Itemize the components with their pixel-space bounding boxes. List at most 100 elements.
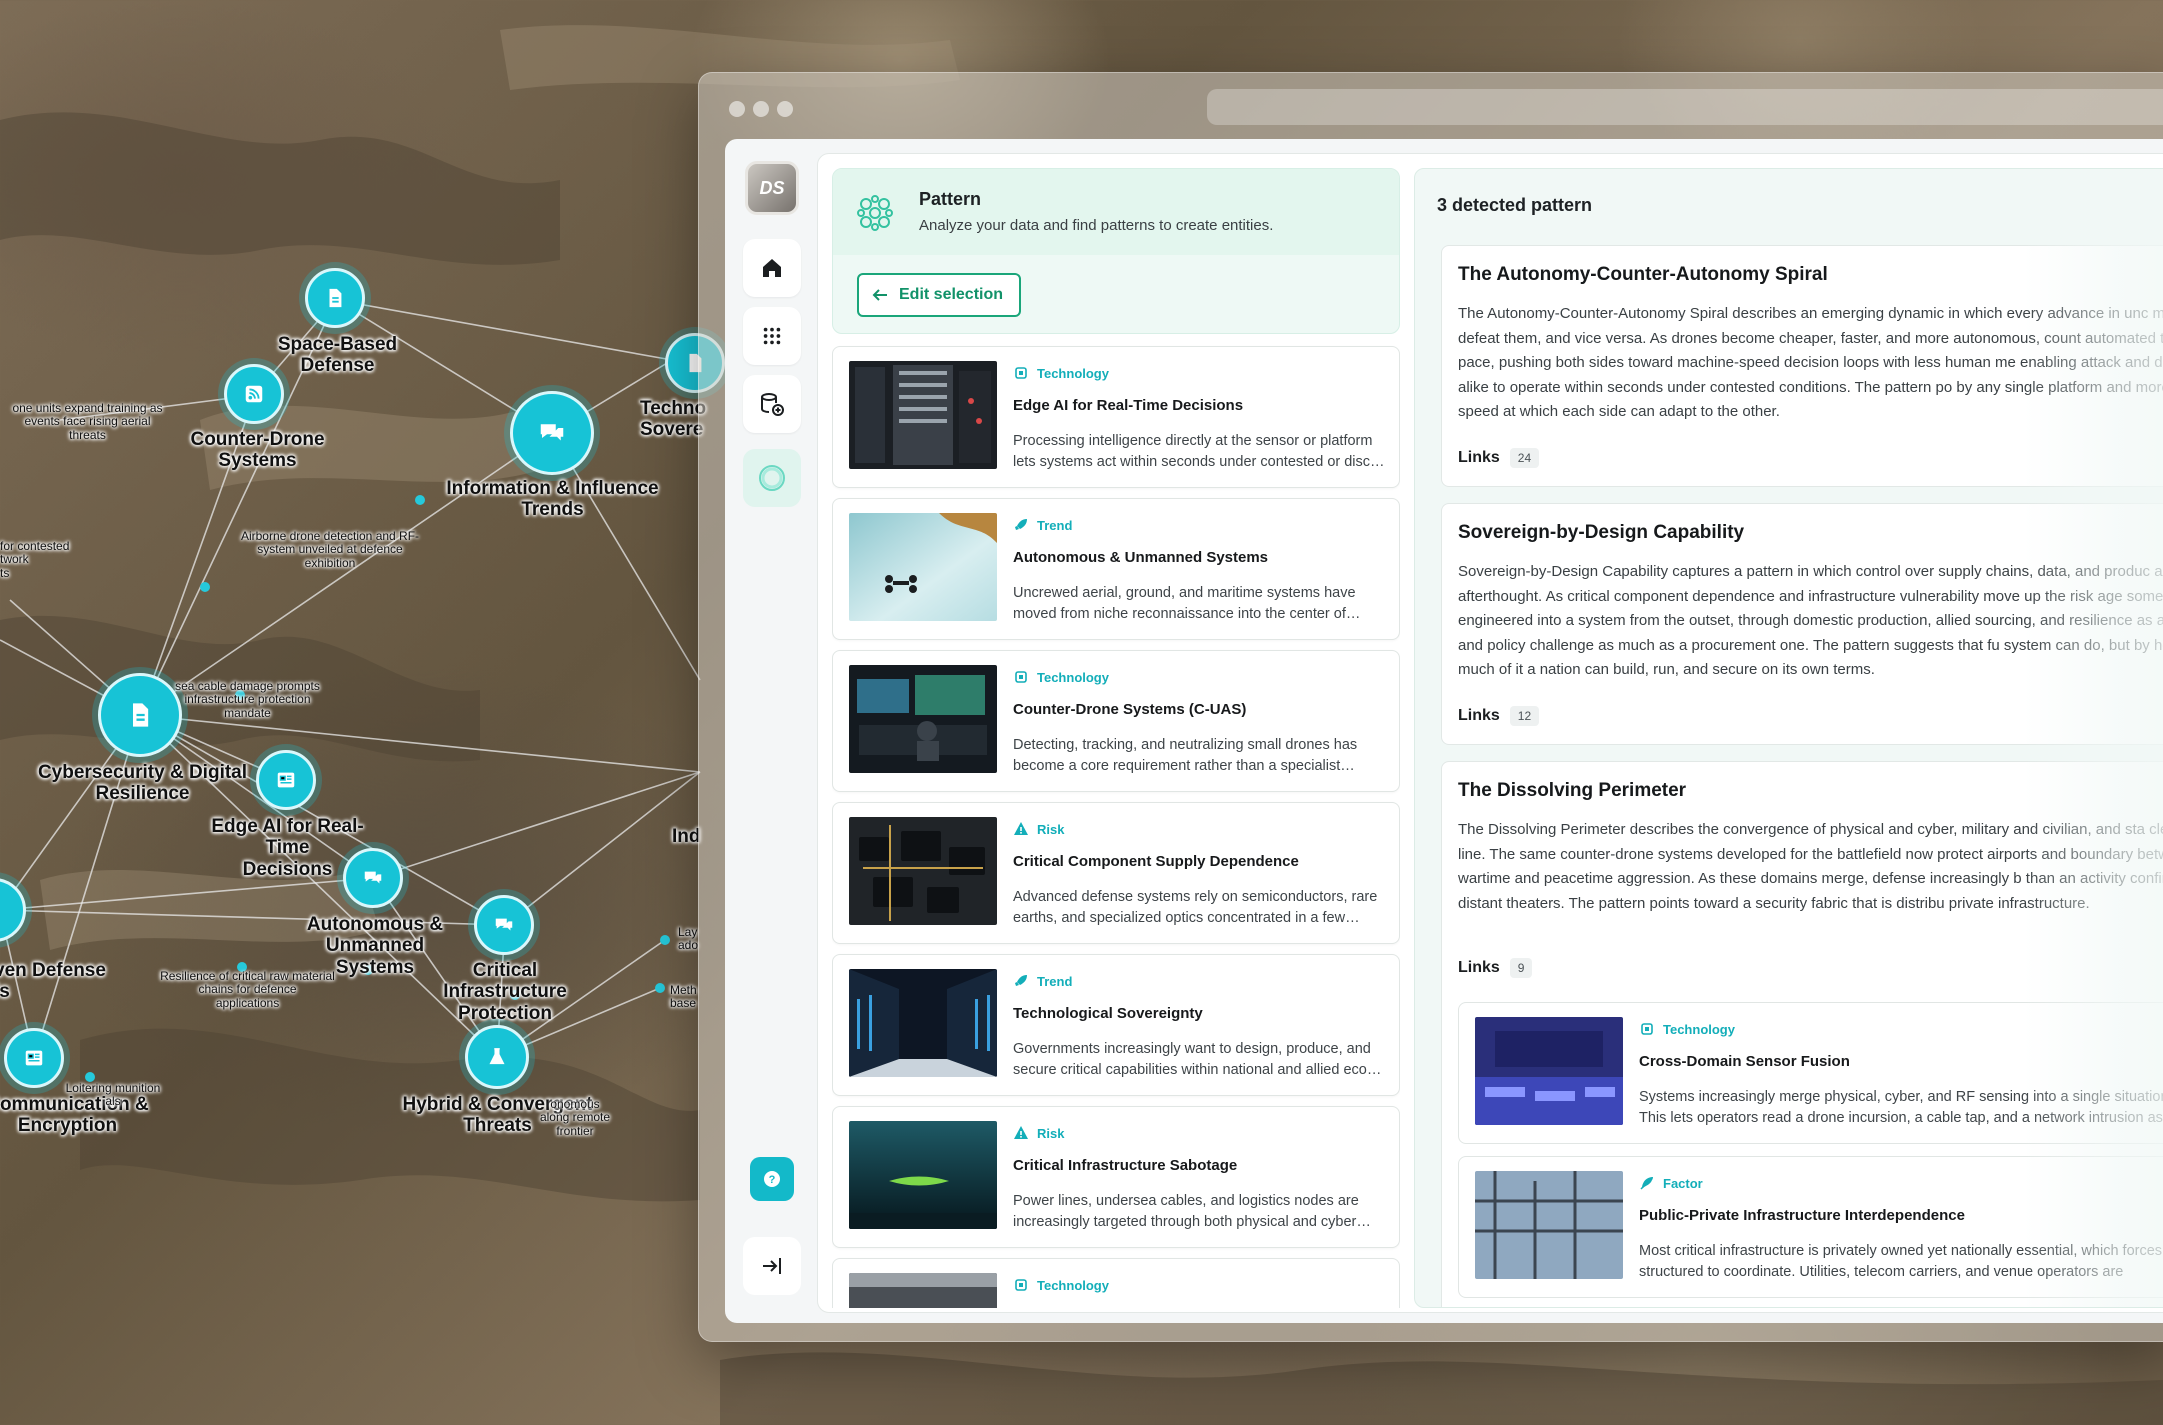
graph-node-autonomous[interactable] — [343, 848, 403, 908]
graph-dot[interactable] — [655, 983, 665, 993]
graph-node-counter-drone[interactable] — [224, 364, 284, 424]
sidebar-item-add-entity[interactable] — [743, 375, 801, 433]
chat-icon — [540, 424, 564, 441]
graph-dot[interactable] — [415, 495, 425, 505]
entity-card[interactable]: Trend Autonomous & Unmanned Systems Uncr… — [832, 498, 1400, 640]
card-title: Technological Sovereignty — [1013, 1005, 1203, 1022]
news-icon — [25, 1050, 43, 1066]
graph-node-information[interactable] — [510, 391, 594, 475]
entity-card[interactable]: Trend Technological Sovereignty Governme… — [832, 954, 1400, 1096]
help-button[interactable]: ? — [750, 1157, 794, 1201]
graph-label: Cybersecurity & Digital Resilience — [37, 762, 248, 805]
sidebar-item-home[interactable] — [743, 239, 801, 297]
pattern-panel: Pattern Analyze your data and find patte… — [832, 168, 1400, 1308]
linked-entity-card[interactable]: Factor Public-Private Infrastructure Int… — [1458, 1156, 2163, 1298]
help-icon: ? — [764, 1171, 780, 1187]
links-count-badge: 12 — [1509, 706, 1540, 726]
card-image — [849, 969, 997, 1077]
graph-node-space-defense[interactable] — [305, 268, 365, 328]
card-tag: Technology — [1013, 1277, 1109, 1293]
chip-icon — [1015, 671, 1027, 683]
graph-dot[interactable] — [200, 582, 210, 592]
pattern-subtitle: Analyze your data and find patterns to c… — [919, 217, 1274, 234]
app-window: DS ? Pattern Analyze your data and find … — [698, 72, 2163, 1342]
address-bar[interactable] — [1207, 89, 2163, 125]
pattern-card[interactable]: The Autonomy-Counter-Autonomy Spiral The… — [1441, 245, 2163, 487]
entity-card[interactable]: Technology Edge AI for Real-Time Decisio… — [832, 346, 1400, 488]
card-description: Power lines, undersea cables, and logist… — [1013, 1193, 1359, 1230]
pattern-title: Pattern — [919, 189, 982, 209]
document-icon — [329, 288, 342, 308]
app-logo[interactable]: DS — [745, 161, 799, 215]
sidebar-item-pattern[interactable] — [743, 449, 801, 507]
entity-card[interactable]: Risk Critical Infrastructure Sabotage Po… — [832, 1106, 1400, 1248]
graph-label: ven Defense ls — [0, 960, 106, 1003]
graph-small-label: Airborne drone detection and RF- system … — [240, 529, 420, 570]
sidebar: DS ? — [725, 139, 817, 1323]
entity-card[interactable]: Technology Counter-Drone Systems (C-UAS)… — [832, 650, 1400, 792]
graph-label: Counter-Drone Systems — [190, 429, 325, 472]
detected-patterns-panel: 3 detected pattern The Autonomy-Counter-… — [1414, 168, 2163, 1308]
card-image — [849, 361, 997, 469]
card-description: Processing intelligence directly at the … — [1013, 433, 1385, 470]
card-image — [1475, 1017, 1623, 1125]
card-tag: Technology — [1013, 669, 1109, 685]
card-description: Most critical infrastructure is privatel… — [1639, 1243, 2163, 1280]
grid-icon — [763, 327, 781, 345]
graph-small-label: Resilience of critical raw material chai… — [160, 969, 335, 1010]
flask-icon — [489, 1048, 505, 1065]
card-image — [849, 665, 997, 773]
graph-node-edge-ai[interactable] — [256, 750, 316, 810]
pattern-links[interactable]: Links 9 — [1458, 958, 1533, 978]
card-title: Counter-Drone Systems (C-UAS) — [1013, 701, 1247, 718]
pattern-links[interactable]: Links 24 — [1458, 448, 1540, 468]
home-icon — [763, 259, 781, 277]
graph-small-label: Loitering munition als — [65, 1081, 161, 1109]
pattern-links[interactable]: Links 12 — [1458, 706, 1540, 726]
graph-small-label: one units expand training as events face… — [12, 401, 163, 442]
sidebar-item-apps[interactable] — [743, 307, 801, 365]
document-icon — [133, 703, 149, 727]
graph-dot[interactable] — [660, 935, 670, 945]
chip-icon — [1015, 367, 1027, 379]
rocket-icon — [1015, 519, 1027, 530]
graph-label: Space-Based Defense — [277, 334, 398, 377]
pattern-card[interactable]: The Dissolving Perimeter The Dissolving … — [1441, 761, 2163, 1307]
collapse-right-icon — [763, 1258, 781, 1274]
card-description: Uncrewed aerial, ground, and maritime sy… — [1013, 585, 1356, 622]
window-close-button[interactable] — [729, 101, 745, 117]
card-image — [1475, 1171, 1623, 1279]
graph-label: Information & Influence Trends — [446, 478, 659, 521]
chip-icon — [1641, 1023, 1653, 1035]
knowledge-graph[interactable]: Space-Based Defense Counter-Drone System… — [0, 0, 725, 1425]
ring-icon — [759, 465, 785, 491]
graph-node-hybrid[interactable] — [465, 1025, 529, 1089]
detected-patterns-title: 3 detected pattern — [1437, 195, 1593, 215]
card-description: Governments increasingly want to design,… — [1013, 1041, 1382, 1078]
entity-card[interactable]: Technology — [832, 1258, 1400, 1308]
entity-card-list: Technology Edge AI for Real-Time Decisio… — [832, 346, 1400, 1308]
arrow-left-icon — [872, 289, 887, 301]
entity-card[interactable]: Risk Critical Component Supply Dependenc… — [832, 802, 1400, 944]
pattern-card[interactable]: Sovereign-by-Design Capability Sovereign… — [1441, 503, 2163, 745]
news-icon — [277, 772, 295, 788]
collapse-sidebar-button[interactable] — [743, 1237, 801, 1295]
card-tag: Technology — [1639, 1021, 1735, 1037]
graph-small-label: for contested twork ts — [0, 539, 70, 580]
graph-node-critical-infra[interactable] — [474, 895, 534, 955]
card-image — [849, 1273, 997, 1308]
card-description: Detecting, tracking, and neutralizing sm… — [1013, 737, 1358, 774]
warning-icon — [1014, 1126, 1028, 1139]
window-maximize-button[interactable] — [777, 101, 793, 117]
edit-selection-button[interactable]: Edit selection — [857, 273, 1022, 317]
window-minimize-button[interactable] — [753, 101, 769, 117]
graph-node-communication[interactable] — [4, 1028, 64, 1088]
pattern-card-body: The Autonomy-Counter-Autonomy Spiral des… — [1458, 305, 2163, 420]
links-count-badge: 9 — [1509, 958, 1533, 978]
card-tag: Trend — [1013, 517, 1072, 533]
graph-small-label: onomous along remote frontier — [539, 1097, 611, 1138]
chip-icon — [1015, 1279, 1027, 1291]
rocket-icon — [1015, 975, 1027, 986]
card-tag: Factor — [1639, 1175, 1703, 1191]
linked-entity-card[interactable]: Technology Cross-Domain Sensor Fusion Sy… — [1458, 1002, 2163, 1144]
